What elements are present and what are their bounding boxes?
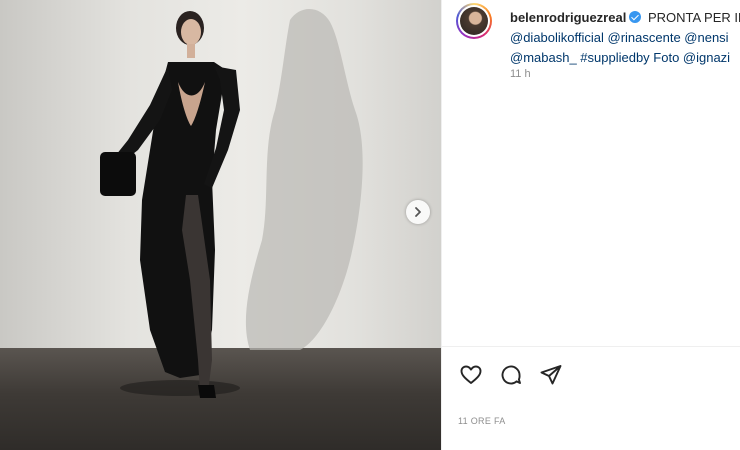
divider xyxy=(442,346,740,347)
model-shoe xyxy=(198,385,216,398)
wall-shadow xyxy=(245,8,363,350)
caption-line-1: belenrodriguezreal PRONTA PER IL xyxy=(510,8,740,28)
action-bar xyxy=(458,362,564,388)
verified-badge-icon xyxy=(629,11,642,23)
caption-line-3[interactable]: @mabash_ #suppliedby Foto @ignazi xyxy=(510,48,740,68)
comment-button[interactable] xyxy=(498,362,524,388)
comment-icon xyxy=(501,365,521,385)
post-image[interactable] xyxy=(0,0,441,450)
like-button[interactable] xyxy=(458,362,484,388)
avatar-image xyxy=(460,7,488,35)
post-caption: belenrodriguezreal PRONTA PER IL @diabol… xyxy=(510,8,740,68)
username-link[interactable]: belenrodriguezreal xyxy=(510,10,626,25)
caption-timestamp: 11 h xyxy=(510,68,531,80)
post-side-panel: belenrodriguezreal PRONTA PER IL @diabol… xyxy=(441,0,740,450)
caption-text: PRONTA PER IL xyxy=(647,10,740,25)
avatar[interactable] xyxy=(456,3,492,39)
model-face xyxy=(181,19,201,45)
next-image-button[interactable] xyxy=(406,200,430,224)
share-button[interactable] xyxy=(538,362,564,388)
chevron-right-icon xyxy=(415,207,421,217)
floor-shadow xyxy=(120,380,240,396)
model-figure xyxy=(100,8,363,398)
clutch-bag xyxy=(100,152,136,196)
heart-icon xyxy=(460,365,482,384)
model-neck xyxy=(187,44,195,58)
send-icon xyxy=(540,365,562,385)
caption-line-2[interactable]: @diabolikofficial @rinascente @nensi xyxy=(510,28,740,48)
post-date: 11 ORE FA xyxy=(458,416,506,426)
